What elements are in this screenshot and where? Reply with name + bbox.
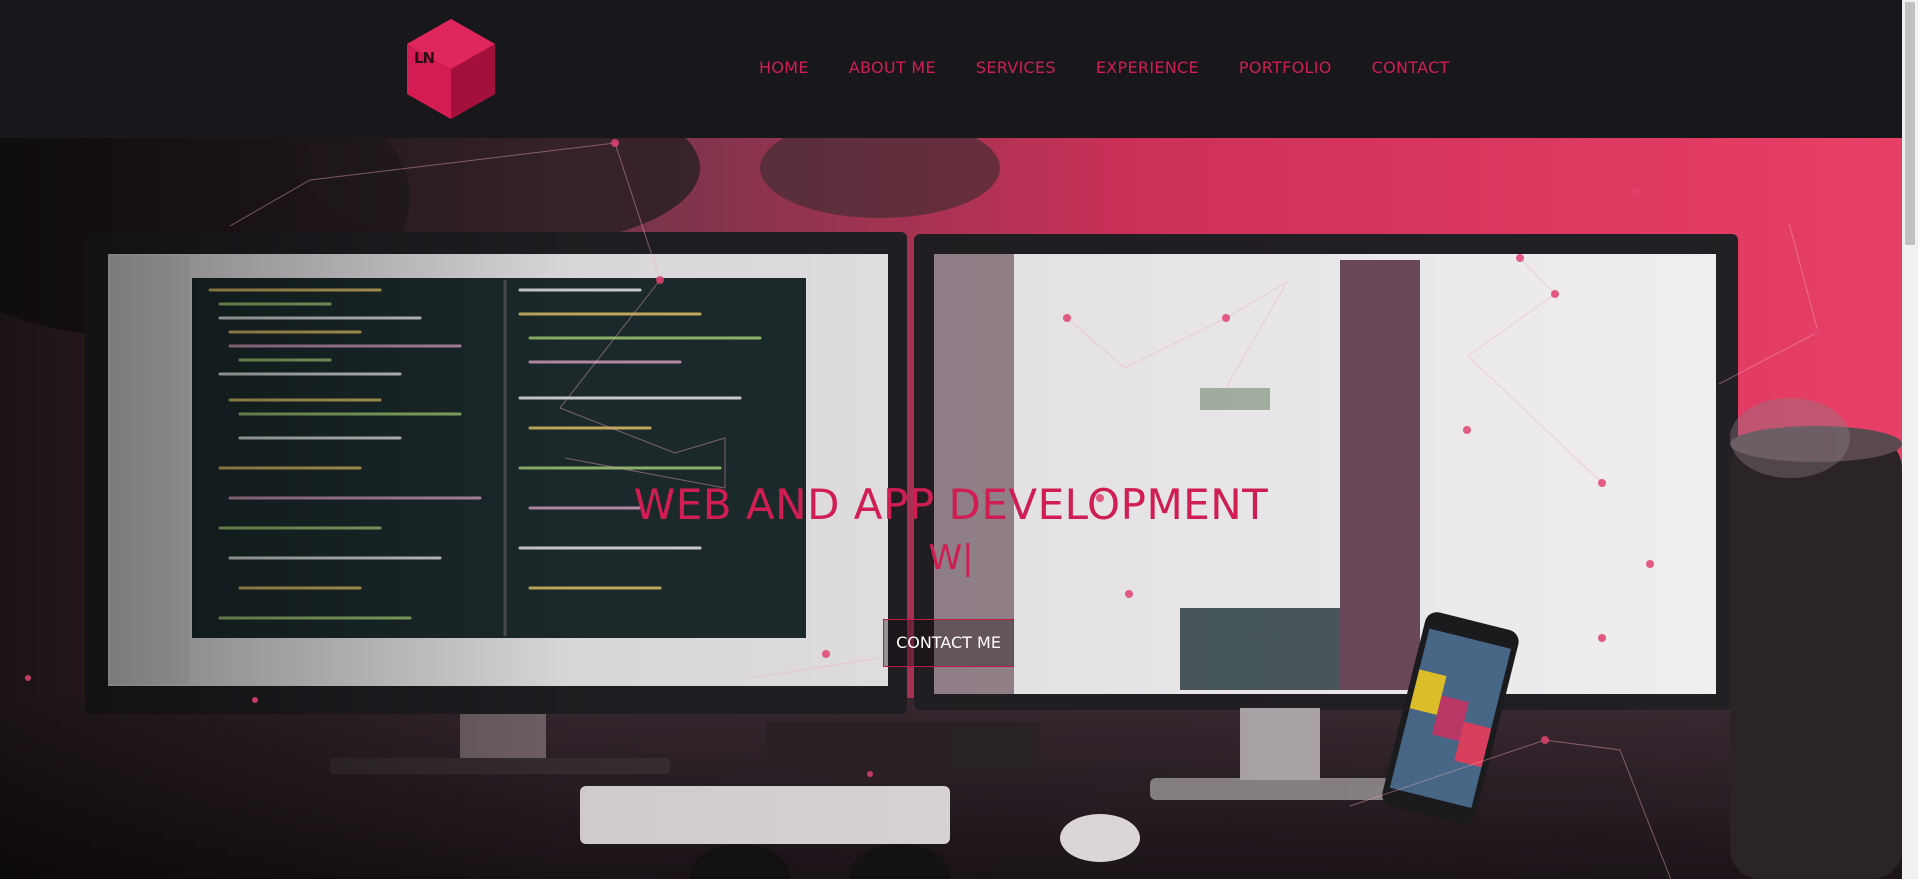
site-header: LN HOME ABOUT ME SERVICES EXPERIENCE POR… — [0, 0, 1902, 138]
nav-item-contact[interactable]: CONTACT — [1372, 58, 1450, 77]
nav-item-home[interactable]: HOME — [759, 58, 809, 77]
logo-text: LN — [414, 49, 435, 67]
page-scrollbar[interactable] — [1902, 0, 1918, 879]
nav-item-services[interactable]: SERVICES — [976, 58, 1056, 77]
nav-item-portfolio[interactable]: PORTFOLIO — [1239, 58, 1332, 77]
main-nav: HOME ABOUT ME SERVICES EXPERIENCE PORTFO… — [759, 58, 1450, 77]
contact-me-button[interactable]: CONTACT ME — [883, 619, 1014, 667]
hero-section: WEB AND APP DEVELOPMENT W| CONTACT ME — [0, 138, 1902, 879]
nav-item-about-me[interactable]: ABOUT ME — [849, 58, 936, 77]
nav-item-experience[interactable]: EXPERIENCE — [1096, 58, 1199, 77]
logo-hexagon-icon[interactable] — [405, 17, 497, 121]
scrollbar-thumb[interactable] — [1905, 2, 1915, 245]
hero-title: WEB AND APP DEVELOPMENT — [633, 480, 1269, 529]
hero-typed-subtitle: W| — [928, 538, 974, 578]
